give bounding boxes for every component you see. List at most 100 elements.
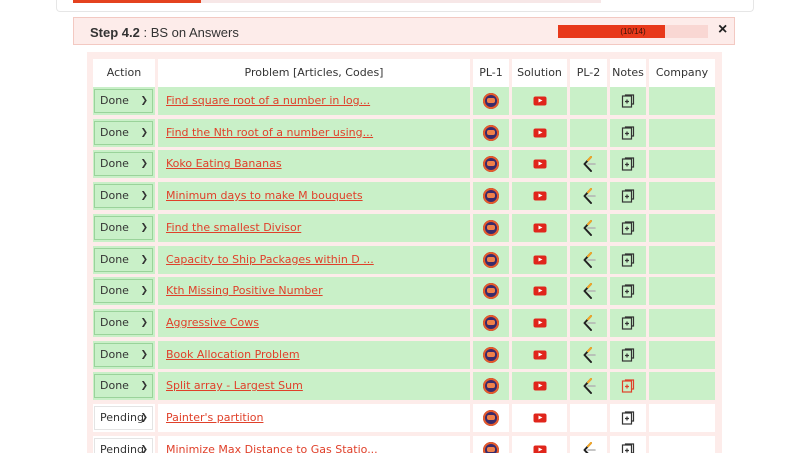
leetcode-icon[interactable] xyxy=(582,314,596,331)
chevron-down-icon: ❯ xyxy=(140,349,148,360)
notes-icon[interactable] xyxy=(621,443,635,453)
action-cell: Done ❯ xyxy=(93,182,155,211)
problem-link[interactable]: Find the Nth root of a number using... xyxy=(166,119,373,147)
chevron-down-icon: ❯ xyxy=(140,222,148,233)
pl1-cell xyxy=(473,87,509,115)
problem-cell: Find the Nth root of a number using... xyxy=(158,118,470,147)
step-name: BS on Answers xyxy=(150,25,239,40)
codestudio-icon[interactable] xyxy=(483,314,499,331)
youtube-icon[interactable] xyxy=(533,255,546,264)
status-dropdown[interactable]: Pending ❯ xyxy=(94,406,153,430)
notes-icon[interactable] xyxy=(621,157,635,171)
status-value: Done xyxy=(100,252,129,266)
notes-cell xyxy=(610,245,646,274)
step-separator: : xyxy=(139,25,151,40)
status-dropdown[interactable]: Pending ❯ xyxy=(94,437,153,453)
company-cell xyxy=(649,308,715,337)
codestudio-icon[interactable] xyxy=(483,441,499,453)
pl1-cell xyxy=(473,372,509,401)
problem-link[interactable]: Minimize Max Distance to Gas Statio... xyxy=(166,436,378,453)
previous-progress-track xyxy=(201,0,601,3)
notes-icon[interactable] xyxy=(621,316,635,330)
youtube-icon[interactable] xyxy=(533,413,546,423)
problem-link[interactable]: Painter's partition xyxy=(166,404,263,432)
problem-link[interactable]: Book Allocation Problem xyxy=(166,341,300,369)
youtube-icon[interactable] xyxy=(533,128,546,138)
step-progress-bar: (10/14) xyxy=(558,25,708,38)
youtube-icon[interactable] xyxy=(533,381,546,391)
leetcode-icon[interactable] xyxy=(582,283,596,300)
status-dropdown[interactable]: Done ❯ xyxy=(94,374,153,399)
company-cell xyxy=(649,404,715,432)
problem-link[interactable]: Koko Eating Bananas xyxy=(166,150,282,178)
status-dropdown[interactable]: Done ❯ xyxy=(94,247,153,272)
notes-icon[interactable] xyxy=(621,347,635,362)
problem-link[interactable]: Minimum days to make M bouquets xyxy=(166,182,363,210)
codestudio-icon[interactable] xyxy=(483,93,499,109)
problem-link[interactable]: Find square root of a number in log... xyxy=(166,87,370,115)
youtube-icon[interactable] xyxy=(533,96,546,106)
notes-icon[interactable] xyxy=(621,411,635,425)
status-dropdown[interactable]: Done ❯ xyxy=(94,279,153,304)
leetcode-icon[interactable] xyxy=(582,156,596,173)
notes-icon[interactable] xyxy=(621,379,635,393)
codestudio-icon[interactable] xyxy=(483,219,499,236)
pl2-cell xyxy=(570,87,607,115)
notes-icon[interactable] xyxy=(621,189,635,203)
youtube-icon[interactable] xyxy=(533,223,546,233)
status-dropdown[interactable]: Done ❯ xyxy=(94,120,153,145)
youtube-icon[interactable] xyxy=(533,191,546,201)
youtube-icon[interactable] xyxy=(533,350,546,360)
problem-link[interactable]: Capacity to Ship Packages within D ... xyxy=(166,246,374,274)
status-dropdown[interactable]: Done ❯ xyxy=(94,342,153,367)
pl2-cell xyxy=(570,150,607,179)
problem-link[interactable]: Kth Missing Positive Number xyxy=(166,277,323,305)
company-cell xyxy=(649,245,715,274)
notes-icon[interactable] xyxy=(621,252,635,267)
status-dropdown[interactable]: Done ❯ xyxy=(94,152,153,177)
step-header[interactable]: Step 4.2 : BS on Answers (10/14) × xyxy=(73,17,735,45)
status-dropdown[interactable]: Done ❯ xyxy=(94,310,153,335)
notes-cell xyxy=(610,277,646,306)
column-header-company: Company xyxy=(649,59,715,87)
codestudio-icon[interactable] xyxy=(483,124,499,141)
status-dropdown[interactable]: Done ❯ xyxy=(94,184,153,209)
notes-icon[interactable] xyxy=(621,126,635,140)
leetcode-icon[interactable] xyxy=(582,346,596,363)
codestudio-icon[interactable] xyxy=(483,346,499,363)
column-header-action: Action xyxy=(93,59,155,87)
problem-cell: Aggressive Cows xyxy=(158,308,470,337)
youtube-icon[interactable] xyxy=(533,159,546,169)
status-value: Pending xyxy=(100,442,144,453)
leetcode-icon[interactable] xyxy=(582,188,596,205)
chevron-down-icon: ❯ xyxy=(140,413,148,423)
notes-icon[interactable] xyxy=(621,94,635,108)
codestudio-icon[interactable] xyxy=(483,156,499,173)
leetcode-icon[interactable] xyxy=(582,378,596,395)
notes-icon[interactable] xyxy=(621,284,635,298)
notes-icon[interactable] xyxy=(621,221,635,235)
status-value: Done xyxy=(100,189,129,203)
youtube-icon[interactable] xyxy=(533,286,546,296)
codestudio-icon[interactable] xyxy=(483,251,499,268)
problem-link[interactable]: Aggressive Cows xyxy=(166,309,259,337)
codestudio-icon[interactable] xyxy=(483,410,499,426)
solution-cell xyxy=(512,213,567,242)
chevron-down-icon: ❯ xyxy=(140,96,148,106)
codestudio-icon[interactable] xyxy=(483,188,499,205)
status-dropdown[interactable]: Done ❯ xyxy=(94,215,153,240)
codestudio-icon[interactable] xyxy=(483,378,499,395)
solution-cell xyxy=(512,118,567,147)
problem-link[interactable]: Find the smallest Divisor xyxy=(166,214,301,242)
close-icon[interactable]: × xyxy=(718,21,727,39)
leetcode-icon[interactable] xyxy=(582,441,596,453)
leetcode-icon[interactable] xyxy=(582,219,596,236)
problem-link[interactable]: Split array - Largest Sum xyxy=(166,372,303,400)
leetcode-icon[interactable] xyxy=(582,251,596,268)
notes-cell xyxy=(610,340,646,369)
youtube-icon[interactable] xyxy=(533,318,546,328)
pl1-cell xyxy=(473,404,509,432)
codestudio-icon[interactable] xyxy=(483,283,499,300)
status-dropdown[interactable]: Done ❯ xyxy=(94,89,153,113)
youtube-icon[interactable] xyxy=(533,445,546,453)
